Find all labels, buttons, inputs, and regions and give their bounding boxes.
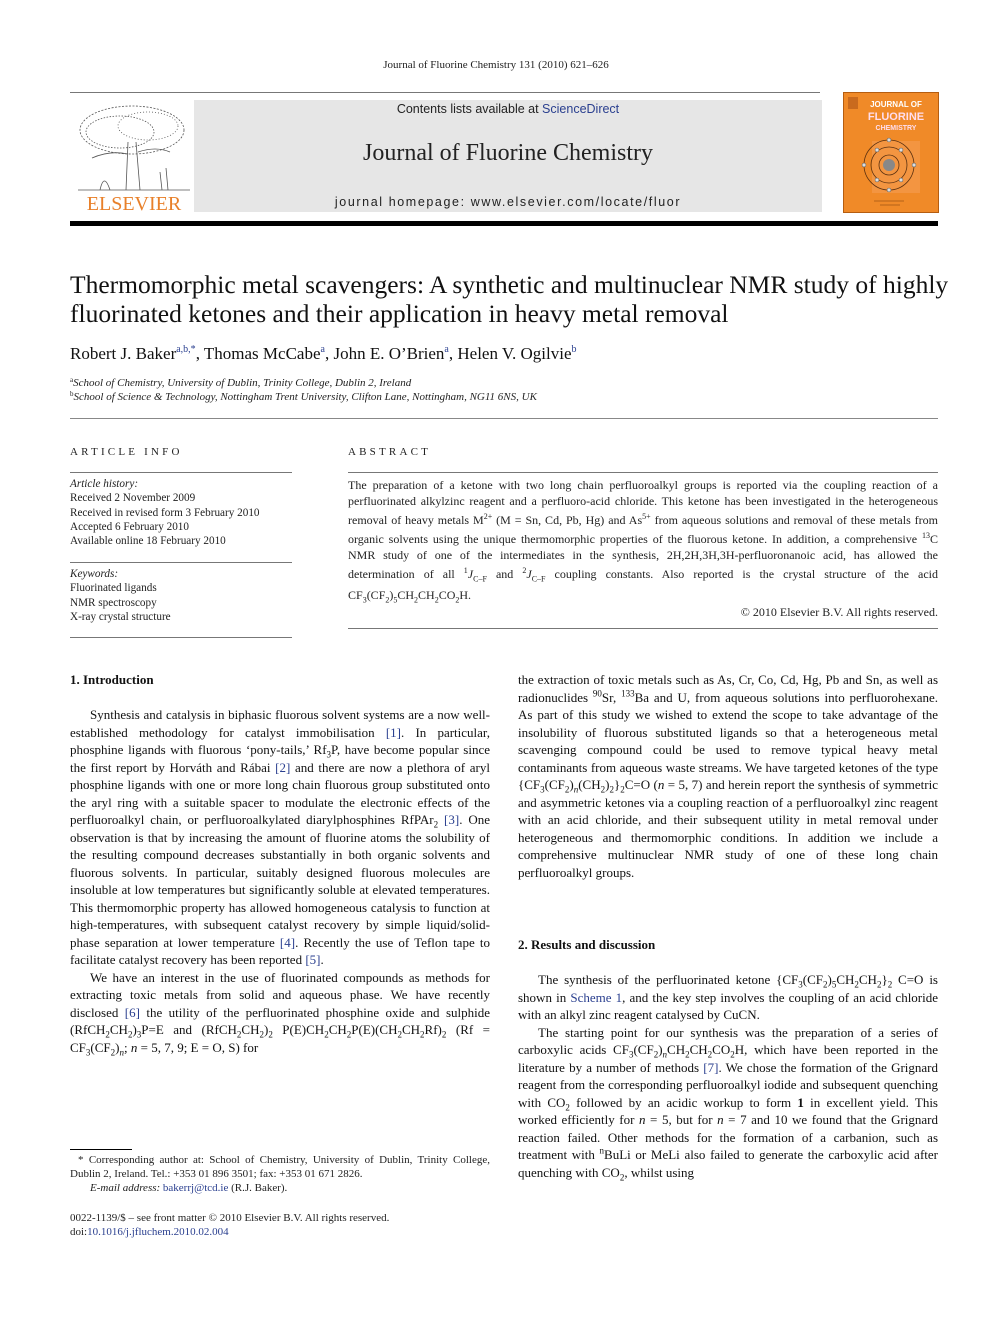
elsevier-wordmark: ELSEVIER xyxy=(86,193,182,215)
keyword: Fluorinated ligands xyxy=(70,582,157,595)
history-item: Accepted 6 February 2010 xyxy=(70,520,189,533)
journal-cover-image: JOURNAL OF FLUORINE CHEMISTRY xyxy=(843,92,939,213)
contents-line: Contents lists available at ScienceDirec… xyxy=(194,102,822,116)
body-column-right-bottom: The synthesis of the perfluorinated keto… xyxy=(518,971,939,1183)
citation-link[interactable]: [6] xyxy=(125,1005,140,1020)
citation-link[interactable]: [7] xyxy=(703,1060,718,1075)
author[interactable]: John E. O’Brien xyxy=(333,344,444,363)
abstract-copyright: © 2010 Elsevier B.V. All rights reserved… xyxy=(740,605,938,619)
author[interactable]: Helen V. Ogilvie xyxy=(457,344,571,363)
history-item: Available online 18 February 2010 xyxy=(70,535,226,548)
front-matter: 0022-1139/$ – see front matter © 2010 El… xyxy=(70,1211,490,1239)
citation-link[interactable]: [2] xyxy=(275,760,290,775)
divider xyxy=(70,562,292,563)
divider xyxy=(348,472,938,473)
history-label: Article history: xyxy=(70,478,139,490)
paragraph: The synthesis of the perfluorinated keto… xyxy=(518,972,939,1022)
author-affiliation-marker[interactable]: a,b,* xyxy=(176,344,195,355)
journal-homepage-link[interactable]: journal homepage: www.elsevier.com/locat… xyxy=(194,195,822,209)
divider xyxy=(70,472,292,473)
section-heading-results: 2. Results and discussion xyxy=(518,937,656,952)
divider xyxy=(70,418,938,419)
author-affiliation-marker[interactable]: b xyxy=(572,344,577,355)
corresponding-author-footnote: * Corresponding author at: School of Che… xyxy=(70,1153,490,1195)
divider xyxy=(348,628,938,629)
email-link[interactable]: bakerrj@tcd.ie xyxy=(163,1182,228,1194)
article-history: Article history: Received 2 November 200… xyxy=(70,477,260,548)
article-info-label: ARTICLE INFO xyxy=(70,446,183,458)
affiliation-text: School of Science & Technology, Nottingh… xyxy=(73,391,537,403)
history-item: Received in revised form 3 February 2010 xyxy=(70,506,260,519)
body-column-left: Synthesis and catalysis in biphasic fluo… xyxy=(70,706,491,1058)
author[interactable]: Robert J. Baker xyxy=(70,344,176,363)
email-suffix: (R.J. Baker). xyxy=(228,1182,288,1194)
affiliation-b: bSchool of Science & Technology, Notting… xyxy=(70,390,537,403)
issn-line: 0022-1139/$ – see front matter © 2010 El… xyxy=(70,1212,390,1224)
doi-prefix: doi: xyxy=(70,1226,88,1238)
scheme-link[interactable]: Scheme 1 xyxy=(570,990,622,1005)
cover-line1: JOURNAL OF xyxy=(870,100,922,109)
corresponding-author-note: * Corresponding author at: School of Che… xyxy=(70,1154,490,1180)
abstract-label: ABSTRACT xyxy=(348,446,432,458)
history-item: Received 2 November 2009 xyxy=(70,492,196,505)
paragraph: The starting point for our synthesis was… xyxy=(518,1024,939,1183)
cover-line2: FLUORINE xyxy=(868,111,924,123)
cover-atom-icon: JOURNAL OF FLUORINE CHEMISTRY xyxy=(848,97,924,206)
journal-reference: Journal of Fluorine Chemistry 131 (2010)… xyxy=(383,59,609,71)
header-rule xyxy=(70,92,820,93)
doi-link[interactable]: 10.1016/j.jfluchem.2010.02.004 xyxy=(87,1226,228,1238)
article-title: Thermomorphic metal scavengers: A synthe… xyxy=(70,270,949,328)
citation-link[interactable]: [4] xyxy=(280,935,295,950)
citation-link[interactable]: [1] xyxy=(386,725,401,740)
paragraph: We have an interest in the use of fluori… xyxy=(70,969,491,1058)
keywords: Keywords: Fluorinated ligands NMR spectr… xyxy=(70,567,171,624)
journal-title: Journal of Fluorine Chemistry xyxy=(363,140,653,166)
section-heading-introduction: 1. Introduction xyxy=(70,672,154,687)
author[interactable]: Thomas McCabe xyxy=(204,344,321,363)
contents-prefix: Contents lists available at xyxy=(396,102,543,116)
affiliation-a: aSchool of Chemistry, University of Dubl… xyxy=(70,376,411,389)
citation-link[interactable]: [3] xyxy=(444,812,459,827)
header-thick-rule xyxy=(70,221,938,226)
divider xyxy=(70,637,292,638)
tree-icon xyxy=(78,105,190,191)
keywords-label: Keywords: xyxy=(70,568,119,580)
citation-link[interactable]: [5] xyxy=(305,952,320,967)
sciencedirect-link[interactable]: ScienceDirect xyxy=(542,102,619,116)
body-column-right-top: the extraction of toxic metals such as A… xyxy=(518,671,938,881)
affiliation-text: School of Chemistry, University of Dubli… xyxy=(73,377,412,389)
cover-line3: CHEMISTRY xyxy=(876,125,917,132)
footnote-rule xyxy=(70,1149,132,1150)
abstract-text: The preparation of a ketone with two lon… xyxy=(348,478,938,605)
paragraph: Synthesis and catalysis in biphasic fluo… xyxy=(70,707,490,967)
author-list: Robert J. Bakera,b,*, Thomas McCabea, Jo… xyxy=(70,344,577,364)
email-label: E-mail address: xyxy=(90,1182,163,1194)
keyword: NMR spectroscopy xyxy=(70,596,157,609)
author-separator: , xyxy=(195,344,204,363)
paragraph: the extraction of toxic metals such as A… xyxy=(518,672,938,880)
keyword: X-ray crystal structure xyxy=(70,610,171,623)
